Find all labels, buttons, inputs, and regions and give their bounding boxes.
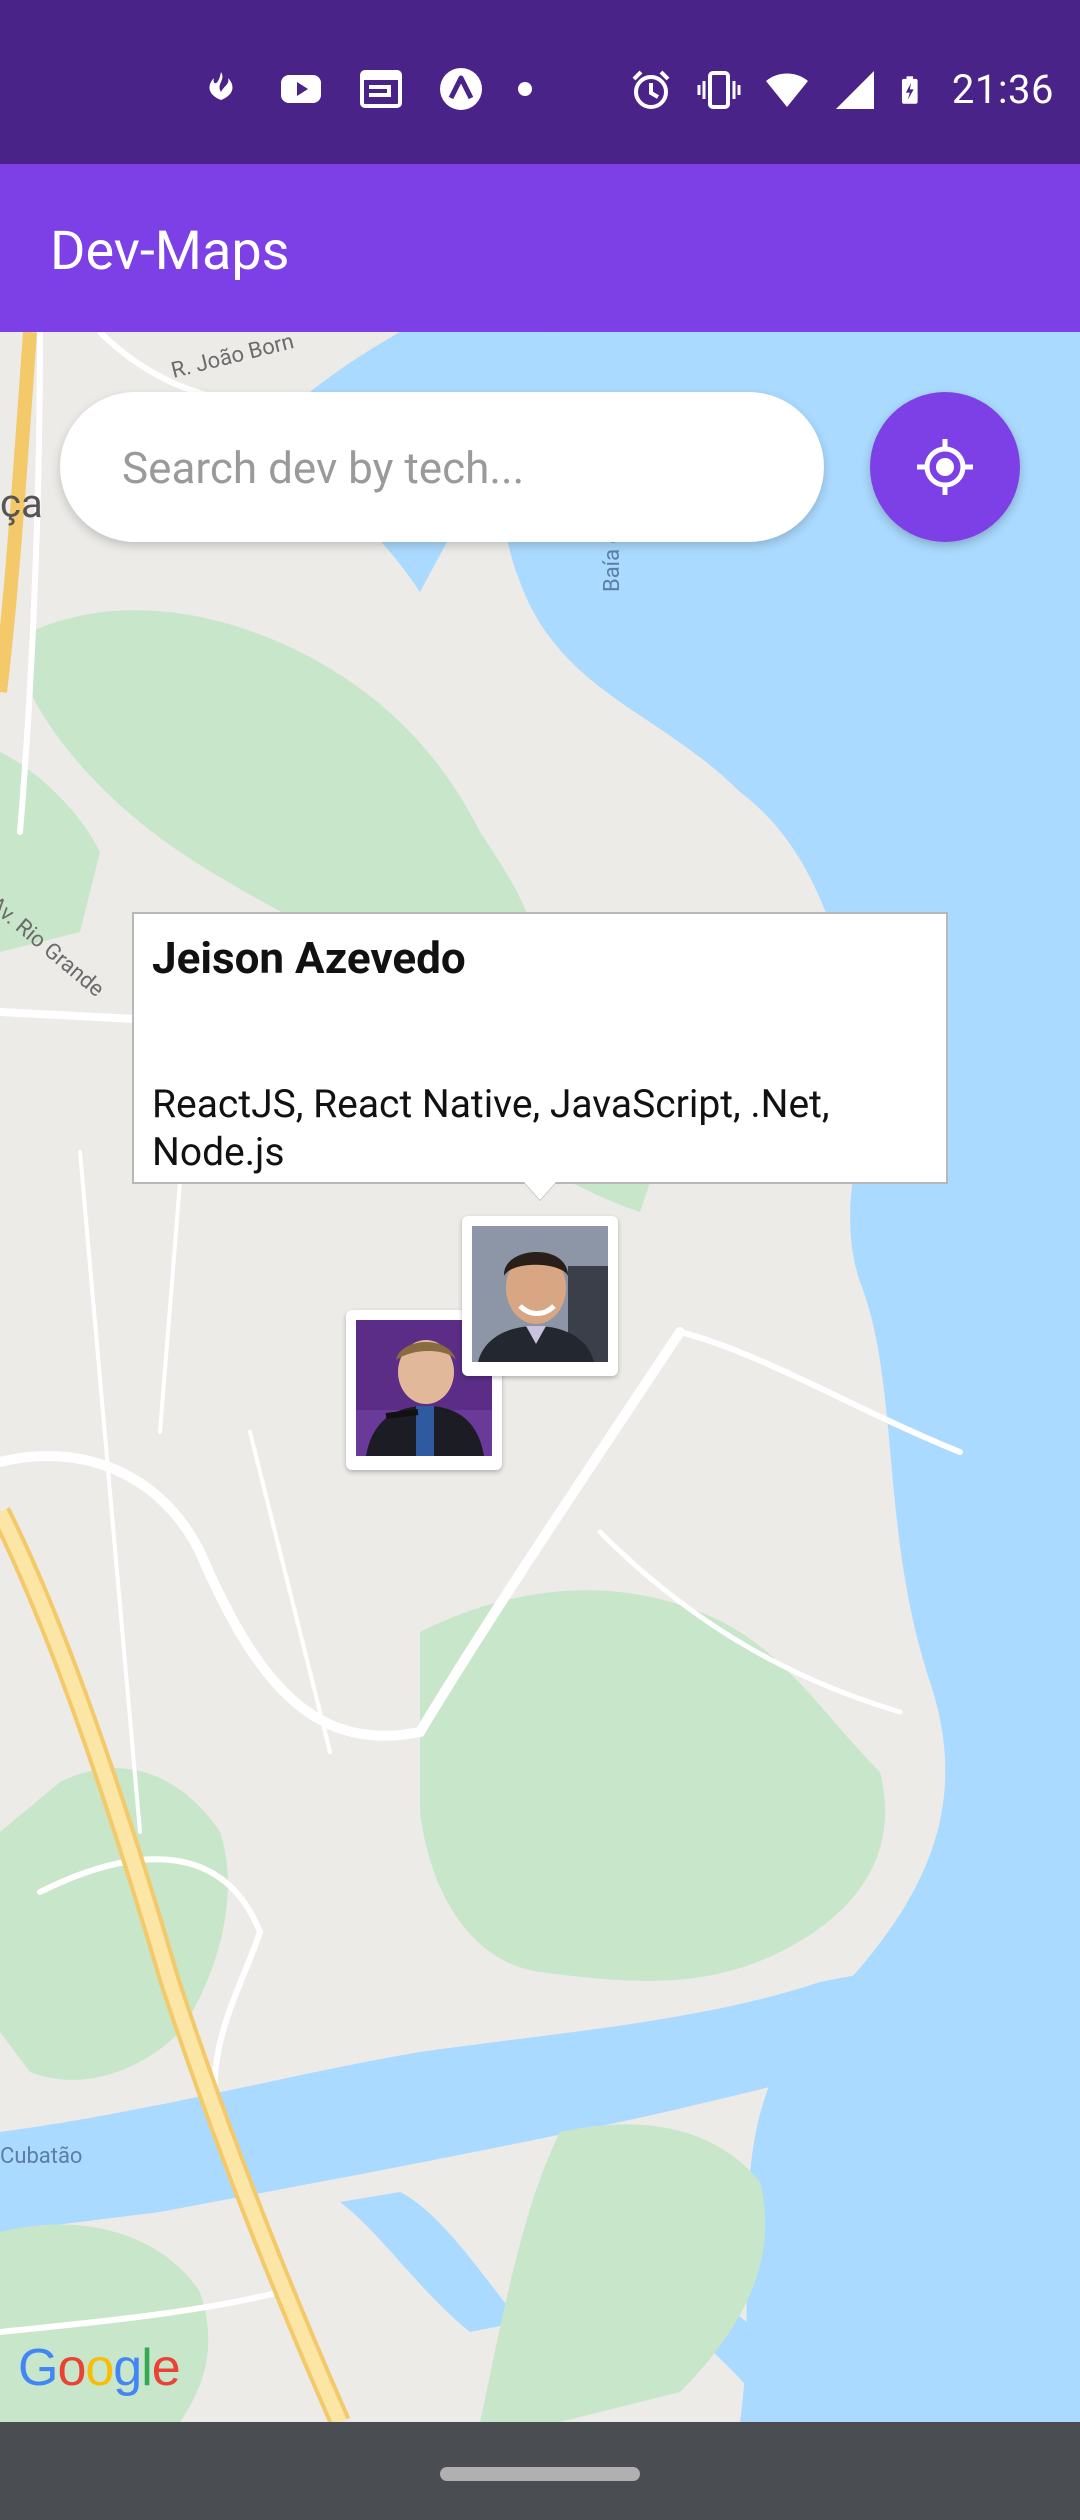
home-gesture-handle[interactable] — [440, 2467, 640, 2481]
dev-callout[interactable]: Jeison Azevedo ReactJS, React Native, Ja… — [132, 912, 948, 1184]
map-view[interactable]: R. João Born ça Baía da Palhoça Av. Rio … — [0, 332, 1080, 2422]
clock: 21:36 — [951, 66, 1054, 113]
youtube-icon — [281, 75, 321, 103]
google-logo: Google — [18, 2339, 181, 2397]
dev-techs: ReactJS, React Native, JavaScript, .Net,… — [152, 1081, 830, 1175]
dev-marker-jeison[interactable] — [462, 1216, 618, 1376]
my-location-button[interactable] — [870, 392, 1020, 542]
search-box — [60, 392, 824, 544]
news-icon — [360, 70, 402, 108]
my-location-icon — [917, 439, 973, 495]
vibrate-icon — [697, 70, 741, 109]
status-bar: 21:36 — [0, 0, 1080, 164]
map-canvas — [0, 332, 1080, 2422]
alarm-icon — [632, 70, 670, 109]
app-title: Dev-Maps — [50, 220, 290, 283]
arc-icon — [440, 68, 482, 110]
notification-icons — [198, 66, 532, 112]
map-label-area: Cubatão — [0, 2144, 83, 2169]
wifi-icon — [765, 73, 808, 107]
app-bar: Dev-Maps — [0, 164, 1080, 332]
map-label-place: ça — [0, 480, 43, 527]
dev-avatar — [472, 1226, 608, 1362]
navigation-bar — [0, 2422, 1080, 2520]
callout-pointer — [524, 1182, 556, 1200]
signal-icon — [835, 70, 874, 109]
dot-icon — [518, 82, 532, 96]
search-input[interactable] — [120, 392, 774, 544]
system-icons: 21:36 — [628, 66, 1054, 113]
battery-charging-icon — [901, 75, 918, 104]
santander-icon — [209, 72, 233, 100]
dev-name: Jeison Azevedo — [152, 932, 466, 984]
